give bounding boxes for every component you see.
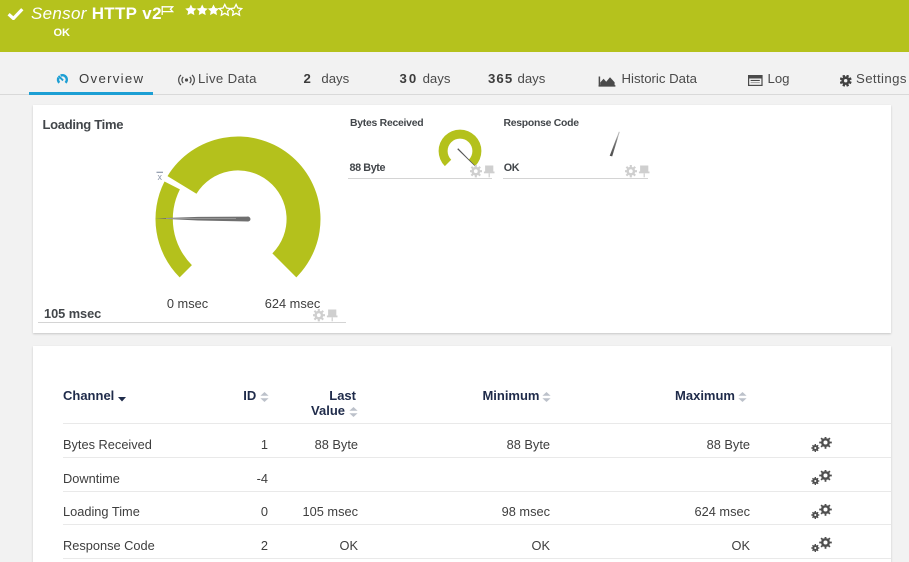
- svg-text:x: x: [158, 172, 163, 182]
